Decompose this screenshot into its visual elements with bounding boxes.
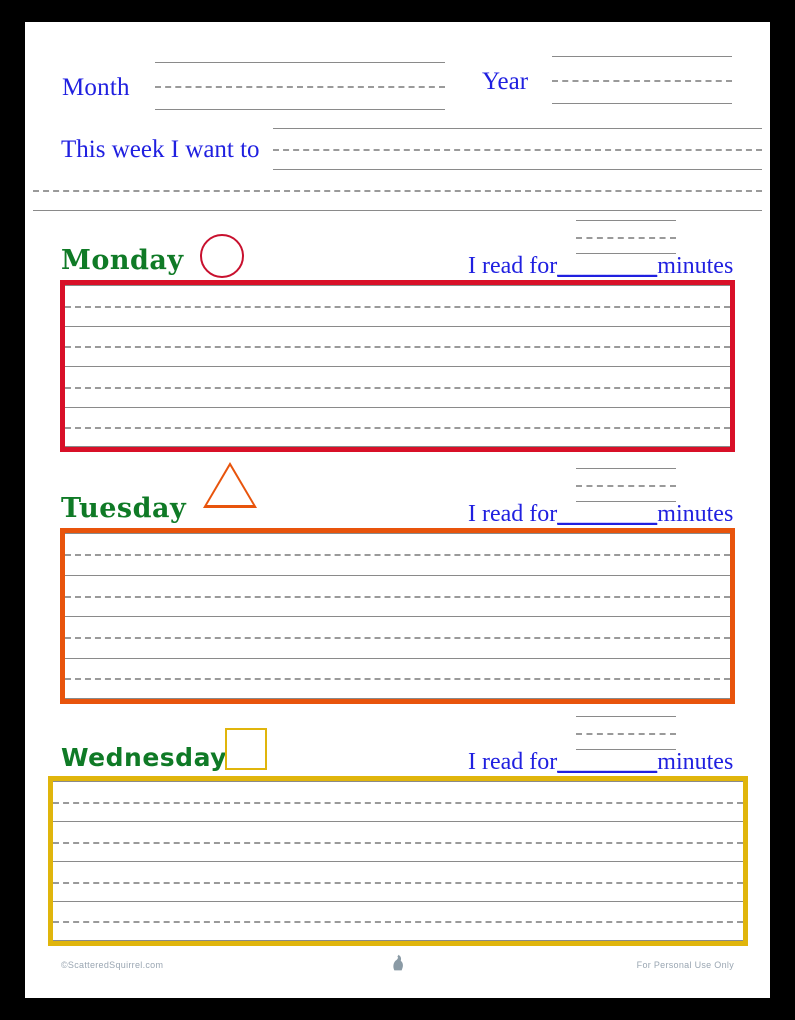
read-minutes-monday[interactable]: I read for________minutes (468, 220, 758, 280)
dashed-midline (576, 733, 676, 735)
dashed-midline (65, 595, 730, 598)
year-input-line[interactable] (552, 56, 732, 104)
writing-line-row[interactable] (52, 781, 743, 821)
header-month-year: Month Year (25, 42, 770, 120)
handwriting-row (576, 716, 676, 750)
footer-usage: For Personal Use Only (636, 960, 734, 970)
writing-box-wednesday[interactable] (47, 776, 748, 946)
year-label: Year (482, 68, 529, 95)
read-minutes-text: I read for________minutes (468, 501, 733, 528)
handwriting-row (33, 169, 762, 211)
dashed-midline (65, 346, 730, 349)
read-suffix: minutes (657, 501, 734, 527)
writing-line-row[interactable] (52, 821, 743, 861)
day-section-monday: Monday I read for________minutes (25, 218, 770, 452)
read-suffix: minutes (657, 253, 734, 279)
read-suffix: minutes (657, 749, 734, 775)
day-header-wednesday: Wednesday I read for________minutes (25, 714, 770, 776)
dashed-midline (52, 801, 743, 804)
day-header-monday: Monday I read for________minutes (25, 218, 770, 280)
read-prefix: I read for (468, 501, 558, 527)
dashed-midline (33, 189, 762, 192)
day-name-monday: Monday (61, 245, 184, 276)
dashed-midline (65, 305, 730, 308)
read-blank[interactable]: ________ (557, 253, 657, 279)
triangle-icon (203, 462, 257, 508)
read-prefix: I read for (468, 253, 558, 279)
writing-line-row[interactable] (65, 657, 730, 699)
read-minutes-guide-line (576, 716, 676, 750)
dashed-midline (576, 237, 676, 239)
footer-copyright: ©ScatteredSquirrel.com (61, 960, 164, 970)
writing-line-row[interactable] (65, 366, 730, 407)
dashed-midline (65, 426, 730, 429)
printable-page-sheet: Month Year This week I want to Monday I … (25, 22, 770, 998)
writing-box-monday[interactable] (60, 280, 735, 452)
month-input-line[interactable] (155, 62, 445, 110)
writing-box-tuesday[interactable] (60, 528, 735, 704)
writing-line-row[interactable] (65, 406, 730, 447)
week-goal-section: This week I want to (25, 122, 770, 212)
dashed-midline (52, 921, 743, 923)
week-goal-label: This week I want to (61, 136, 260, 163)
writing-line-row[interactable] (65, 533, 730, 575)
writing-line-row[interactable] (65, 325, 730, 367)
dashed-midline (273, 149, 762, 151)
page-frame: Month Year This week I want to Monday I … (0, 0, 795, 1020)
dashed-midline (65, 554, 730, 557)
month-label: Month (62, 74, 130, 101)
writing-line-row[interactable] (65, 285, 730, 326)
handwriting-row (155, 62, 445, 110)
read-minutes-guide-line (576, 220, 676, 254)
handwriting-row (576, 220, 676, 254)
dashed-midline (65, 386, 730, 389)
circle-icon (200, 234, 244, 278)
writing-line-row[interactable] (52, 861, 743, 901)
read-blank[interactable]: ________ (557, 501, 657, 527)
dashed-midline (52, 881, 743, 884)
day-name-tuesday: Tuesday (61, 493, 187, 524)
writing-line-row[interactable] (65, 616, 730, 658)
read-minutes-wednesday[interactable]: I read for________minutes (468, 716, 758, 776)
handwriting-row (576, 468, 676, 502)
week-goal-line-1[interactable] (273, 128, 762, 170)
read-minutes-guide-line (576, 468, 676, 502)
read-blank[interactable]: ________ (557, 749, 657, 775)
day-header-tuesday: Tuesday I read for________minutes (25, 462, 770, 528)
dashed-midline (155, 86, 445, 88)
dashed-midline (52, 841, 743, 844)
squirrel-icon (387, 952, 409, 974)
handwriting-row (552, 56, 732, 104)
dashed-midline (552, 80, 732, 82)
square-icon (225, 728, 267, 770)
dashed-midline (576, 485, 676, 487)
read-prefix: I read for (468, 749, 558, 775)
read-minutes-text: I read for________minutes (468, 253, 733, 280)
writing-line-row[interactable] (52, 901, 743, 941)
page-footer: ©ScatteredSquirrel.com For Personal Use … (25, 954, 770, 982)
dashed-midline (65, 678, 730, 681)
read-minutes-tuesday[interactable]: I read for________minutes (468, 468, 758, 528)
day-section-tuesday: Tuesday I read for________minutes (25, 462, 770, 704)
day-name-wednesday: Wednesday (61, 743, 227, 772)
read-minutes-text: I read for________minutes (468, 749, 733, 776)
week-goal-line-2[interactable] (33, 169, 762, 211)
dashed-midline (65, 637, 730, 640)
handwriting-row (273, 128, 762, 170)
day-section-wednesday: Wednesday I read for________minutes (25, 714, 770, 946)
writing-line-row[interactable] (65, 574, 730, 617)
